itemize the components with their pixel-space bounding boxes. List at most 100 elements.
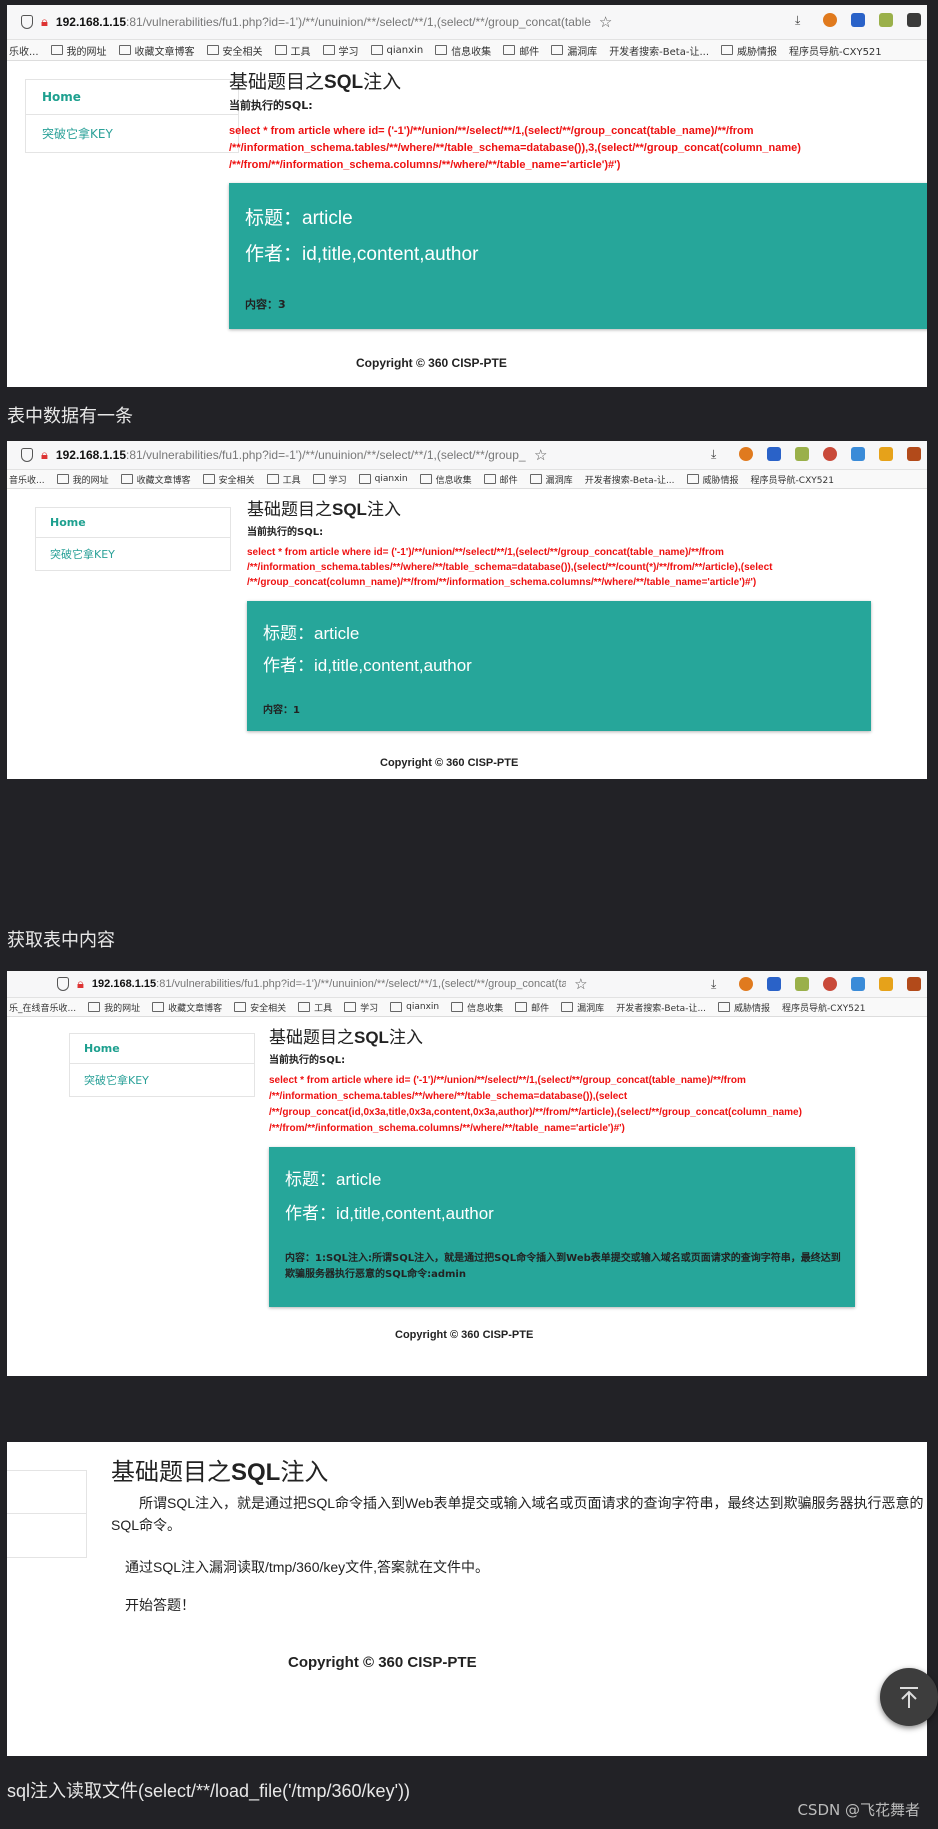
extension-icon[interactable] <box>879 13 893 27</box>
bookmark[interactable]: 程序员导航-CXY521 <box>789 43 882 58</box>
bookmark[interactable]: 收藏文章博客 <box>121 473 191 486</box>
sidebar-nav: Home 突破它拿KEY <box>69 1033 255 1097</box>
bookmarks-bar: 乐_在线音乐收... 我的网址 收藏文章博客 安全相关 工具 学习 qianxi… <box>7 998 927 1017</box>
extension-icon[interactable] <box>851 977 865 991</box>
extension-icon[interactable] <box>851 13 865 27</box>
bookmark[interactable]: 信息收集 <box>435 43 491 58</box>
download-icon[interactable]: ⤓ <box>795 13 809 27</box>
bookmark[interactable]: 乐_在线音乐收... <box>9 1001 76 1014</box>
shield-icon <box>21 448 33 462</box>
bookmark[interactable]: qianxin <box>390 1002 439 1012</box>
copyright: Copyright © 360 CISP-PTE <box>380 757 519 769</box>
download-icon[interactable]: ⤓ <box>711 447 725 461</box>
bookmark[interactable]: 信息收集 <box>420 473 472 486</box>
scroll-to-top-button[interactable] <box>880 1668 938 1726</box>
bookmark[interactable]: qianxin <box>359 474 408 484</box>
bookmark[interactable]: 工具 <box>298 1001 332 1014</box>
exec-label: 当前执行的SQL: <box>229 99 313 112</box>
sidebar-item-key[interactable]: 突破它拿KEY <box>36 538 230 570</box>
bookmark[interactable]: 漏洞库 <box>561 1001 604 1014</box>
sidebar-nav: Home 突破它拿KEY <box>25 79 239 153</box>
bookmark[interactable]: 工具 <box>267 473 301 486</box>
result-content: 内容：3 <box>245 298 286 311</box>
download-icon[interactable]: ⤓ <box>711 977 725 991</box>
bookmark[interactable]: 我的网址 <box>88 1001 140 1014</box>
extension-icon[interactable] <box>767 977 781 991</box>
bookmark[interactable]: 安全相关 <box>203 473 255 486</box>
star-icon[interactable]: ☆ <box>574 975 587 993</box>
url-host: 192.168.1.15 <box>91 978 157 990</box>
bookmark[interactable]: 邮件 <box>484 473 518 486</box>
star-icon[interactable]: ☆ <box>534 446 547 464</box>
bookmark[interactable]: 开发者搜索-Beta-让... <box>585 473 675 486</box>
sidebar-item-home[interactable]: Home <box>26 80 238 115</box>
result-author: 作者：id,title,content,author <box>263 656 472 675</box>
bookmark[interactable]: 收藏文章博客 <box>152 1001 222 1014</box>
extension-icon[interactable] <box>795 447 809 461</box>
bookmark[interactable]: 学习 <box>344 1001 378 1014</box>
bookmarks-bar: 乐收... 我的网址 收藏文章博客 安全相关 工具 学习 qianxin 信息收… <box>7 40 927 61</box>
bookmark[interactable]: 开发者搜索-Beta-让... <box>616 1001 706 1014</box>
bookmark[interactable]: 威胁情报 <box>718 1001 770 1014</box>
sidebar-item-key[interactable]: 突破它拿KEY <box>26 115 238 152</box>
address-bar[interactable]: 🔒︎ 192.168.1.15 :81/vulnerabilities/fu1.… <box>7 5 927 40</box>
bookmark[interactable]: 我的网址 <box>57 473 109 486</box>
bookmark[interactable]: 漏洞库 <box>551 43 597 58</box>
sidebar-item-home[interactable]: Home <box>70 1034 254 1064</box>
url-path: :81/vulnerabilities/fu1.php?id=-1')/**/u… <box>126 448 526 462</box>
bookmark[interactable]: 邮件 <box>515 1001 549 1014</box>
screenshot-4: 基础题目之SQL注入 所谓SQL注入，就是通过把SQL命令插入到Web表单提交或… <box>7 1442 927 1756</box>
bookmark[interactable]: 程序员导航-CXY521 <box>751 473 834 486</box>
result-title: 标题：article <box>285 1170 382 1189</box>
extension-icon[interactable] <box>823 447 837 461</box>
shield-icon <box>21 15 33 29</box>
bookmark[interactable]: 威胁情报 <box>687 473 739 486</box>
extension-icon[interactable] <box>823 13 837 27</box>
bookmark[interactable]: 乐收... <box>9 43 39 58</box>
bookmark[interactable]: 我的网址 <box>51 43 107 58</box>
bookmark[interactable]: 威胁情报 <box>721 43 777 58</box>
result-content: 内容：1 <box>263 705 300 716</box>
bookmark[interactable]: 工具 <box>275 43 311 58</box>
screenshot-3: 🔒︎ 192.168.1.15 :81/vulnerabilities/fu1.… <box>7 971 927 1376</box>
bookmark[interactable]: 安全相关 <box>234 1001 286 1014</box>
caption-2: 获取表中内容 <box>7 930 115 950</box>
bookmark[interactable]: 程序员导航-CXY521 <box>782 1001 865 1014</box>
extension-icon[interactable] <box>795 977 809 991</box>
bookmark[interactable]: 音乐收... <box>9 473 45 486</box>
extension-icon[interactable] <box>823 977 837 991</box>
extension-icon[interactable] <box>907 447 921 461</box>
page-title: 基础题目之SQL注入 <box>111 1459 329 1486</box>
bookmark[interactable]: 漏洞库 <box>530 473 573 486</box>
address-bar[interactable]: 🔒︎ 192.168.1.15 :81/vulnerabilities/fu1.… <box>7 441 927 470</box>
bookmark[interactable]: 学习 <box>313 473 347 486</box>
copyright: Copyright © 360 CISP-PTE <box>395 1329 534 1341</box>
extension-icon[interactable] <box>851 447 865 461</box>
address-bar[interactable]: 🔒︎ 192.168.1.15 :81/vulnerabilities/fu1.… <box>7 971 927 998</box>
sidebar-item[interactable] <box>7 1514 86 1556</box>
extension-icon[interactable] <box>767 447 781 461</box>
result-card: 标题：article 作者：id,title,content,author 内容… <box>247 601 871 731</box>
bookmark[interactable]: 收藏文章博客 <box>119 43 195 58</box>
sidebar-item[interactable] <box>7 1471 86 1514</box>
watermark: CSDN @飞花舞者 <box>797 1801 920 1819</box>
copyright: Copyright © 360 CISP-PTE <box>356 356 507 370</box>
extension-icon[interactable] <box>907 977 921 991</box>
bookmark[interactable]: qianxin <box>371 45 424 56</box>
extension-icon[interactable] <box>879 977 893 991</box>
extension-icon[interactable] <box>739 977 753 991</box>
sidebar-nav <box>7 1470 87 1558</box>
star-icon[interactable]: ☆ <box>599 13 612 31</box>
url-path: :81/vulnerabilities/fu1.php?id=-1')/**/u… <box>156 978 567 990</box>
bookmark[interactable]: 开发者搜索-Beta-让... <box>609 43 709 58</box>
bookmark[interactable]: 学习 <box>323 43 359 58</box>
bookmark[interactable]: 邮件 <box>503 43 539 58</box>
sidebar-item-home[interactable]: Home <box>36 508 230 538</box>
sidebar-item-key[interactable]: 突破它拿KEY <box>70 1064 254 1096</box>
result-card: 标题：article 作者：id,title,content,author 内容… <box>269 1147 855 1307</box>
extension-icon[interactable] <box>879 447 893 461</box>
bookmark[interactable]: 信息收集 <box>451 1001 503 1014</box>
extension-icon[interactable] <box>739 447 753 461</box>
extension-icon[interactable] <box>907 13 921 27</box>
bookmark[interactable]: 安全相关 <box>207 43 263 58</box>
